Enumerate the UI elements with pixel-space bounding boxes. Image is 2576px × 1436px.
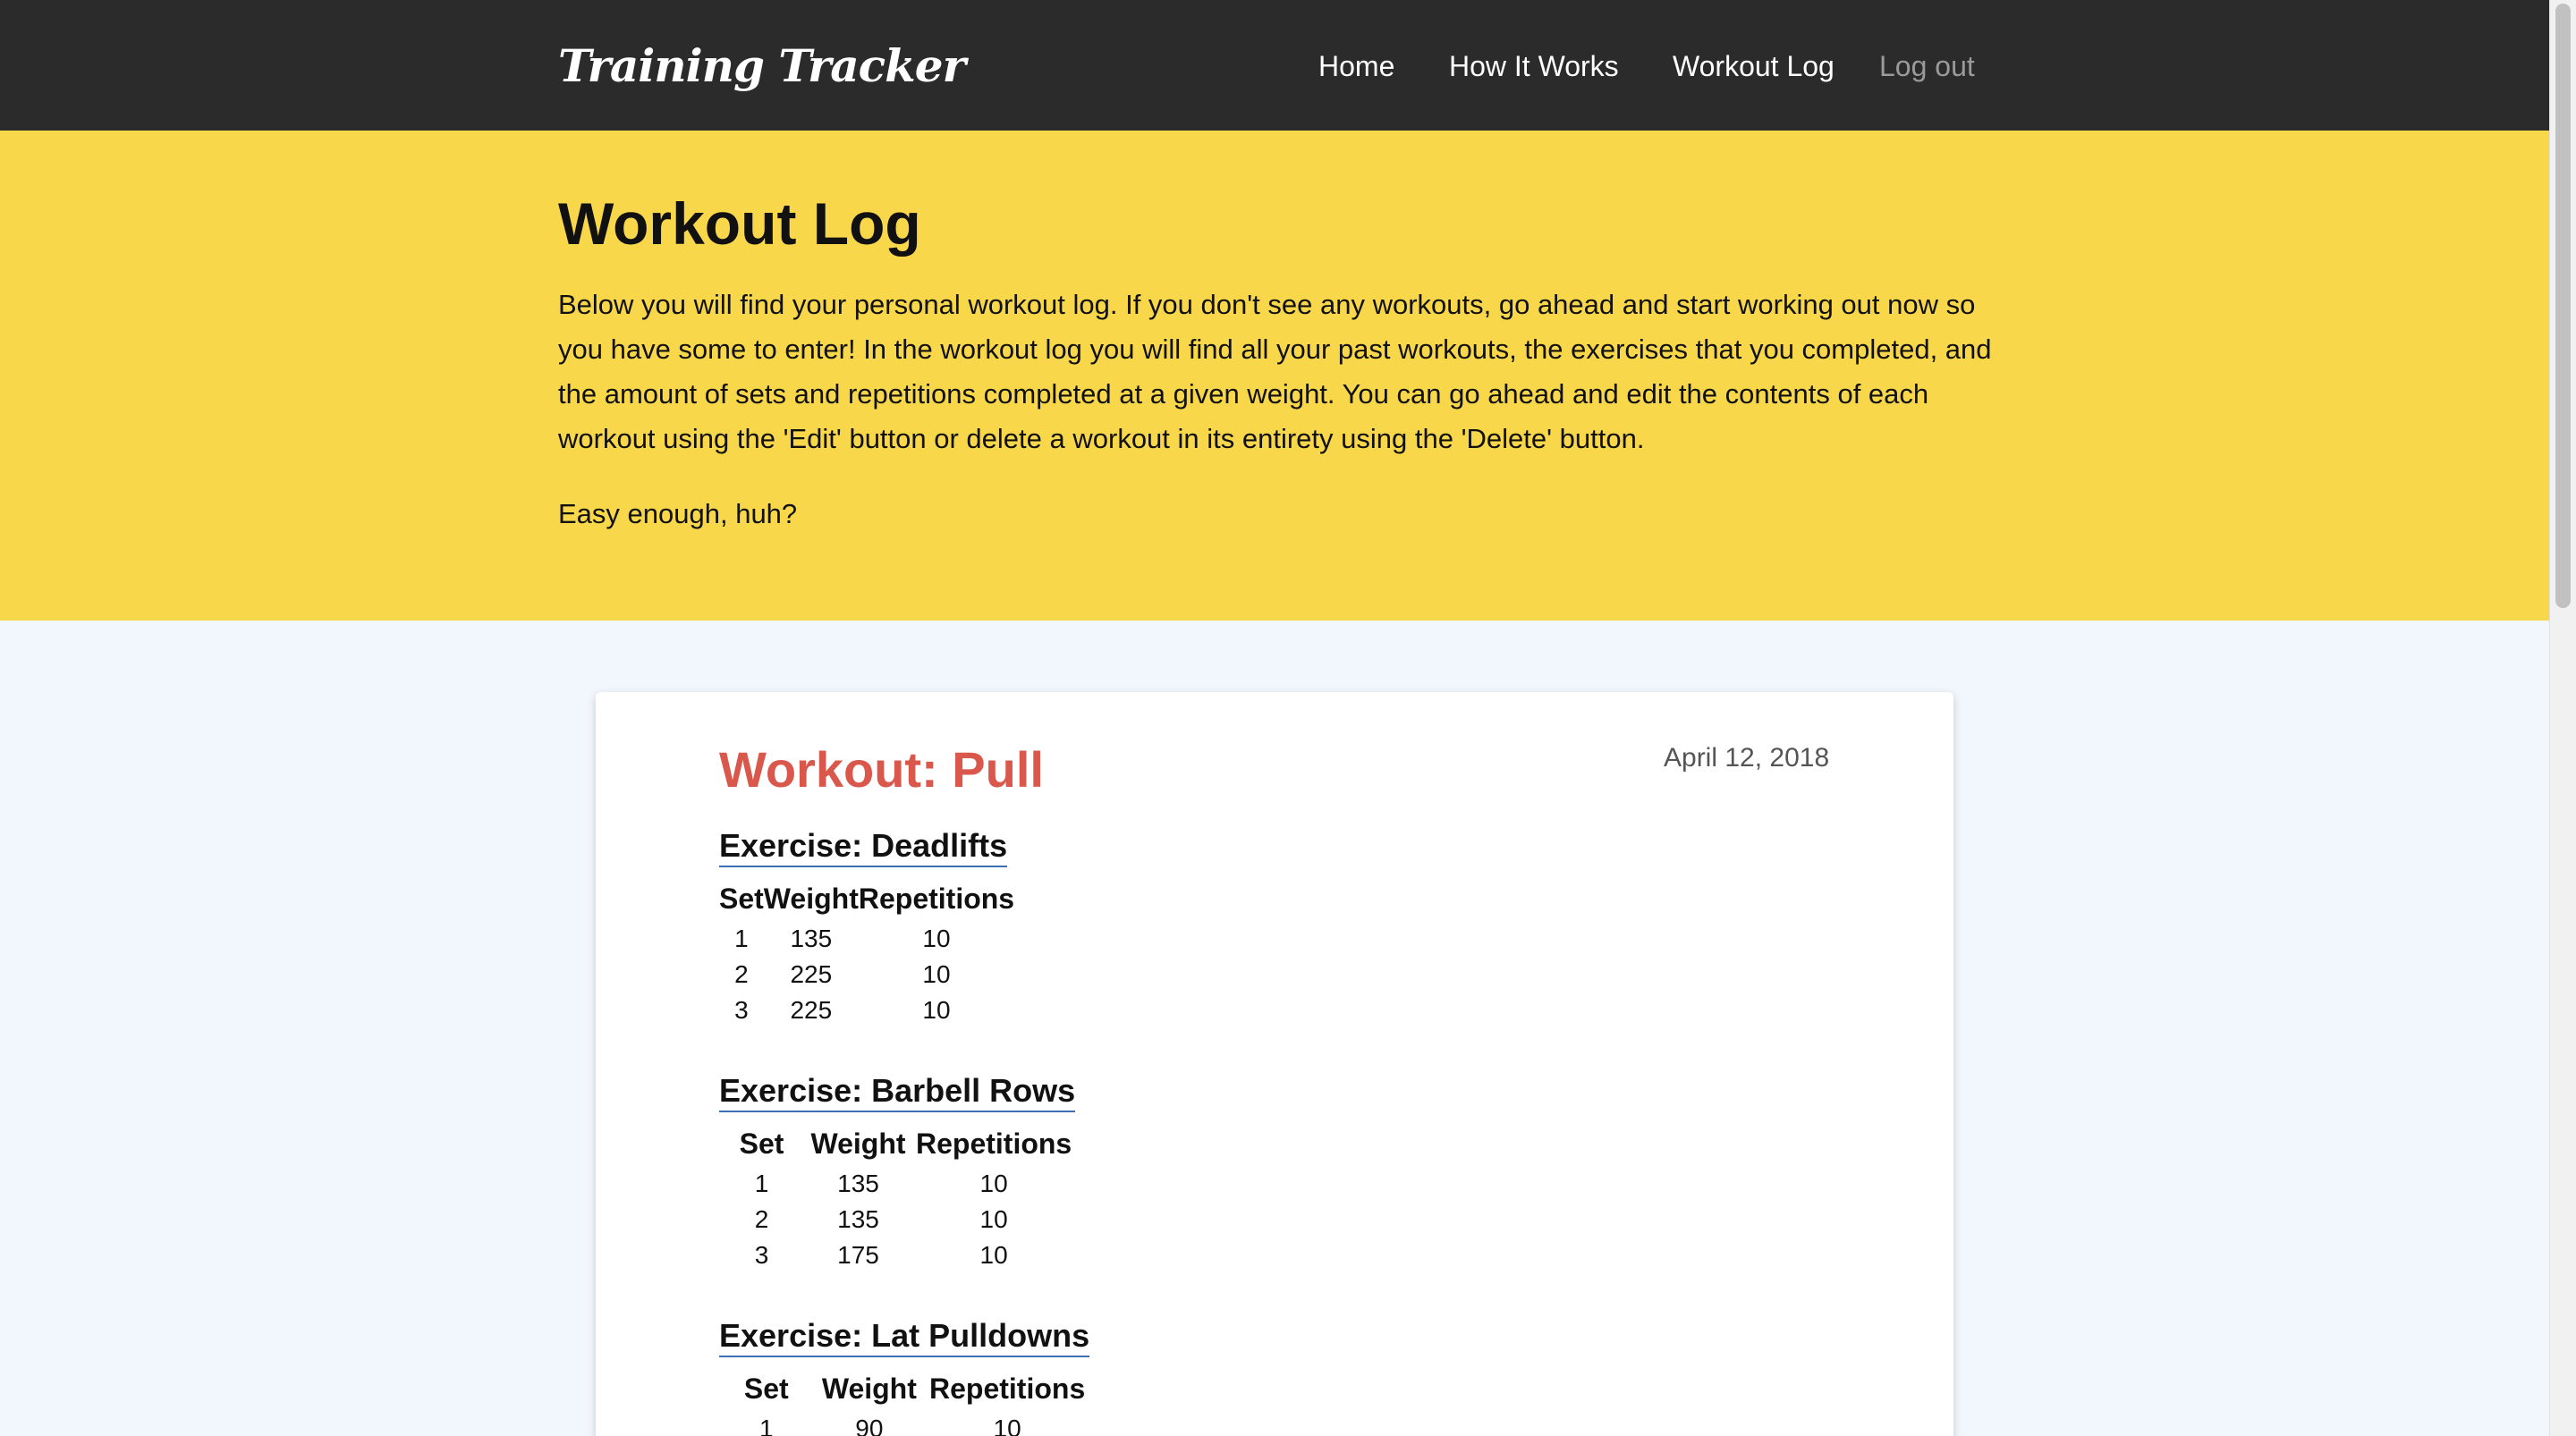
table-row: 1 90 10	[719, 1411, 1089, 1436]
weight-header: Weight	[763, 882, 859, 915]
exercise-block: Exercise: Lat Pulldowns Set Weight Repet…	[719, 1316, 1090, 1436]
brand-logo[interactable]: Training Tracker	[558, 32, 966, 100]
table-header-row: Set Weight Repetitions	[719, 876, 1014, 921]
repetitions-cell: 10	[979, 1205, 1008, 1233]
workout-card: Workout: Pull April 12, 2018 Exercise: D…	[596, 692, 1953, 1436]
set-cell: 2	[734, 960, 749, 988]
repetitions-cell: 10	[979, 1241, 1008, 1269]
repetitions-cell: 10	[922, 996, 951, 1024]
sets-table: Set Weight Repetitions 1 135 10 2 135 10	[719, 1121, 1075, 1273]
set-cell: 1	[754, 1170, 769, 1197]
exercise-title: Exercise: Lat Pulldowns	[719, 1316, 1090, 1357]
weight-cell: 135	[837, 1170, 879, 1197]
set-header: Set	[743, 1372, 789, 1405]
table-row: 2 135 10	[719, 1202, 1075, 1237]
weight-cell: 135	[837, 1205, 879, 1233]
weight-cell: 135	[790, 925, 833, 952]
set-cell: 3	[734, 996, 749, 1024]
table-header-row: Set Weight Repetitions	[719, 1366, 1089, 1411]
exercise-block: Exercise: Deadlifts Set Weight Repetitio…	[719, 826, 1014, 1024]
workout-title: Workout: Pull	[719, 741, 1044, 798]
repetitions-cell: 10	[993, 1415, 1021, 1436]
repetitions-header: Repetitions	[858, 882, 1015, 915]
weight-header: Weight	[810, 1127, 906, 1160]
repetitions-header: Repetitions	[929, 1372, 1086, 1405]
workout-date: April 12, 2018	[1664, 743, 1830, 773]
hero-section: Workout Log Below you will find your per…	[0, 131, 2549, 621]
sets-table: Set Weight Repetitions 1 90 10	[719, 1366, 1089, 1436]
set-cell: 1	[734, 925, 749, 952]
set-cell: 1	[758, 1415, 774, 1436]
table-row: 1 135 10	[719, 1166, 1075, 1202]
nav-how-it-works-link[interactable]: How It Works	[1449, 43, 1619, 89]
table-row: 3 225 10	[719, 993, 1014, 1028]
exercise-title: Exercise: Deadlifts	[719, 826, 1008, 867]
weight-cell: 90	[855, 1415, 884, 1436]
scrollbar-thumb[interactable]	[2555, 4, 2571, 608]
weight-cell: 225	[790, 960, 833, 988]
set-cell: 3	[754, 1241, 769, 1269]
repetitions-cell: 10	[922, 960, 951, 988]
weight-cell: 225	[790, 996, 833, 1024]
set-cell: 2	[754, 1205, 769, 1233]
repetitions-header: Repetitions	[915, 1127, 1072, 1160]
table-row: 1 135 10	[719, 921, 1014, 957]
nav-workout-log-link[interactable]: Workout Log	[1673, 43, 1835, 89]
table-row: 2 225 10	[719, 957, 1014, 993]
repetitions-cell: 10	[979, 1170, 1008, 1197]
weight-cell: 175	[837, 1241, 879, 1269]
page: Training Tracker Home How It Works Worko…	[0, 0, 2549, 1436]
nav-home-link[interactable]: Home	[1318, 43, 1394, 89]
intro-paragraph: Below you will find your personal workou…	[558, 289, 1992, 454]
exercise-title: Exercise: Barbell Rows	[719, 1071, 1076, 1112]
set-header: Set	[719, 882, 764, 915]
navbar: Training Tracker Home How It Works Worko…	[0, 0, 2549, 131]
table-row: 3 175 10	[719, 1237, 1075, 1273]
table-header-row: Set Weight Repetitions	[719, 1121, 1075, 1166]
set-header: Set	[739, 1127, 784, 1160]
intro-tagline: Easy enough, huh?	[558, 498, 798, 529]
sets-table: Set Weight Repetitions 1 135 10 2 225 10	[719, 876, 1014, 1028]
repetitions-cell: 10	[922, 925, 951, 952]
page-title: Workout Log	[558, 190, 921, 257]
vertical-scrollbar[interactable]	[2549, 0, 2576, 1436]
logout-link[interactable]: Log out	[1879, 43, 1975, 89]
exercise-block: Exercise: Barbell Rows Set Weight Repeti…	[719, 1071, 1076, 1269]
weight-header: Weight	[821, 1372, 917, 1405]
